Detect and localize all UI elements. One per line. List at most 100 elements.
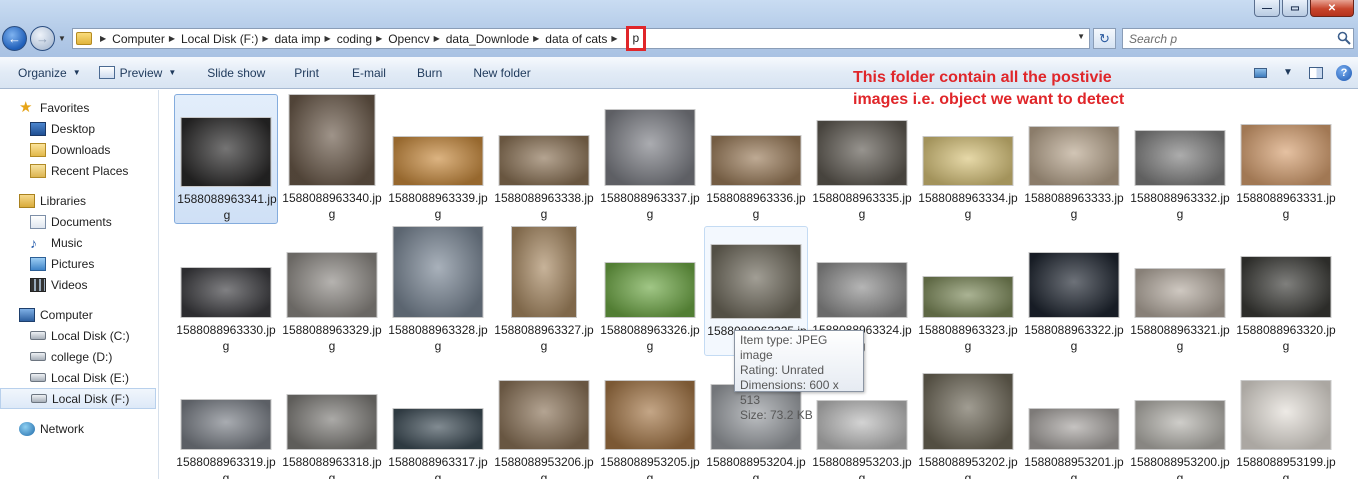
file-tile[interactable]: 1588088963339.jpg (386, 94, 490, 224)
address-bar[interactable]: ▶ Computer ▶ Local Disk (F:) ▶ data imp ▶ codi… (72, 26, 1090, 51)
preview-menu[interactable]: Preview ▼ (90, 57, 186, 88)
breadcrumb-item[interactable]: data_Downlode ▶ (446, 32, 546, 46)
preview-pane-button[interactable] (1302, 61, 1330, 85)
chevron-right-icon[interactable]: ▶ (434, 34, 440, 43)
breadcrumb-item[interactable]: data of cats ▶ (545, 32, 623, 46)
sidebar-item-label: Libraries (40, 193, 87, 208)
sidebar-item-desktop[interactable]: Desktop (0, 118, 158, 139)
sidebar-item-videos[interactable]: Videos (0, 274, 158, 295)
chevron-right-icon[interactable]: ▶ (325, 34, 331, 43)
file-name: 1588088963328.jpg (388, 323, 488, 353)
file-tile[interactable]: 1588088963321.jpg (1128, 226, 1232, 356)
sidebar-item-computer[interactable]: Computer (0, 304, 158, 325)
image-thumbnail (180, 399, 272, 450)
new-folder-button[interactable]: New folder (451, 57, 539, 88)
breadcrumb-current-folder[interactable]: p (625, 26, 647, 51)
sidebar-item-pictures[interactable]: Pictures (0, 253, 158, 274)
file-tile[interactable]: 1588088963332.jpg (1128, 94, 1232, 224)
file-tile[interactable]: 1588088963319.jpg (174, 358, 278, 479)
breadcrumb-item[interactable]: Computer ▶ (112, 32, 181, 46)
sidebar-item-label: Desktop (51, 121, 96, 136)
file-tile[interactable]: 1588088953205.jpg (598, 358, 702, 479)
address-dropdown-icon[interactable]: ▼ (1077, 32, 1085, 41)
change-view-button[interactable] (1246, 61, 1274, 85)
file-tile[interactable]: 1588088963335.jpg (810, 94, 914, 224)
file-tile[interactable]: 1588088963318.jpg (280, 358, 384, 479)
chevron-right-icon[interactable]: ▶ (533, 34, 539, 43)
burn-button[interactable]: Burn (395, 57, 451, 88)
file-tile[interactable]: 1588088963326.jpg (598, 226, 702, 356)
sidebar-item-local-disk-f[interactable]: Local Disk (F:) (0, 388, 156, 409)
file-tile[interactable]: 1588088953200.jpg (1128, 358, 1232, 479)
sidebar-item-documents[interactable]: Documents (0, 211, 158, 232)
downloads-folder-icon (30, 142, 46, 157)
search-input[interactable] (1122, 28, 1354, 49)
file-tile[interactable]: 1588088963334.jpg (916, 94, 1020, 224)
help-icon: ? (1336, 64, 1352, 81)
preview-pane-icon (1309, 66, 1323, 79)
breadcrumb-item[interactable]: Opencv ▶ (388, 32, 446, 46)
help-button[interactable]: ? (1330, 61, 1358, 85)
sidebar-item-downloads[interactable]: Downloads (0, 139, 158, 160)
navigation-pane-scrollbar[interactable] (151, 90, 159, 479)
organize-label: Organize (18, 65, 67, 80)
image-thumbnail (816, 120, 908, 186)
file-tile[interactable]: 1588088953201.jpg (1022, 358, 1126, 479)
breadcrumb-item[interactable]: coding ▶ (337, 32, 389, 46)
organize-menu[interactable]: Organize ▼ (0, 57, 90, 88)
file-tile[interactable]: 1588088953202.jpg (916, 358, 1020, 479)
sidebar-item-libraries[interactable]: Libraries (0, 190, 158, 211)
image-thumbnail (1028, 126, 1120, 186)
sidebar-item-local-disk-e[interactable]: Local Disk (E:) (0, 367, 158, 388)
pictures-icon (30, 256, 46, 271)
sidebar-item-recent-places[interactable]: Recent Places (0, 160, 158, 181)
chevron-right-icon[interactable]: ▶ (611, 34, 617, 43)
refresh-button[interactable]: ↻ (1093, 28, 1116, 49)
forward-button[interactable]: → (30, 26, 55, 51)
file-tile[interactable]: 1588088963331.jpg (1234, 94, 1338, 224)
file-tile[interactable]: 1588088963328.jpg (386, 226, 490, 356)
sidebar-item-label: Downloads (51, 142, 111, 157)
file-tile[interactable]: 1588088963329.jpg (280, 226, 384, 356)
file-tile[interactable]: 1588088963340.jpg (280, 94, 384, 224)
back-button[interactable]: ← (2, 26, 27, 51)
file-tile[interactable]: 1588088963341.jpg (174, 94, 278, 224)
breadcrumb-label: data_Downlode (445, 31, 530, 46)
file-tile[interactable]: 1588088963337.jpg (598, 94, 702, 224)
sidebar-item-favorites[interactable]: ★ Favorites (0, 97, 158, 118)
file-tile[interactable]: 1588088963330.jpg (174, 226, 278, 356)
sidebar-item-music[interactable]: ♪ Music (0, 232, 158, 253)
file-tile[interactable]: 1588088953199.jpg (1234, 358, 1338, 479)
file-tile[interactable]: 1588088963323.jpg (916, 226, 1020, 356)
sidebar-item-college-d[interactable]: college (D:) (0, 346, 158, 367)
file-tile[interactable]: 1588088963320.jpg (1234, 226, 1338, 356)
view-options-dropdown[interactable]: ▼ (1274, 61, 1302, 85)
breadcrumb-item[interactable]: data imp ▶ (275, 32, 337, 46)
recent-pages-dropdown[interactable]: ▼ (58, 34, 66, 43)
chevron-right-icon[interactable]: ▶ (262, 34, 268, 43)
minimize-button[interactable]: — (1254, 0, 1280, 17)
breadcrumb-separator[interactable]: ▶ (96, 34, 112, 43)
image-thumbnail (1028, 408, 1120, 450)
chevron-right-icon[interactable]: ▶ (169, 34, 175, 43)
slideshow-button[interactable]: Slide show (185, 57, 274, 88)
file-tile[interactable]: 1588088963333.jpg (1022, 94, 1126, 224)
drive-icon (30, 352, 46, 361)
file-tile[interactable]: 1588088953206.jpg (492, 358, 596, 479)
file-tile[interactable]: 1588088963317.jpg (386, 358, 490, 479)
chevron-right-icon[interactable]: ▶ (376, 34, 382, 43)
image-thumbnail (922, 373, 1014, 450)
file-name: 1588088963333.jpg (1024, 191, 1124, 221)
close-button[interactable]: ✕ (1310, 0, 1354, 17)
file-tile[interactable]: 1588088963338.jpg (492, 94, 596, 224)
print-button[interactable]: Print (274, 57, 328, 88)
maximize-button[interactable]: ▭ (1282, 0, 1308, 17)
file-tile[interactable]: 1588088963336.jpg (704, 94, 808, 224)
file-tile[interactable]: 1588088963327.jpg (492, 226, 596, 356)
file-tile[interactable]: 1588088963322.jpg (1022, 226, 1126, 356)
breadcrumb-item[interactable]: Local Disk (F:) ▶ (181, 32, 275, 46)
sidebar-item-local-disk-c[interactable]: Local Disk (C:) (0, 325, 158, 346)
sidebar-item-network[interactable]: Network (0, 418, 158, 439)
email-button[interactable]: E-mail (328, 57, 395, 88)
file-name: 1588088963340.jpg (282, 191, 382, 221)
